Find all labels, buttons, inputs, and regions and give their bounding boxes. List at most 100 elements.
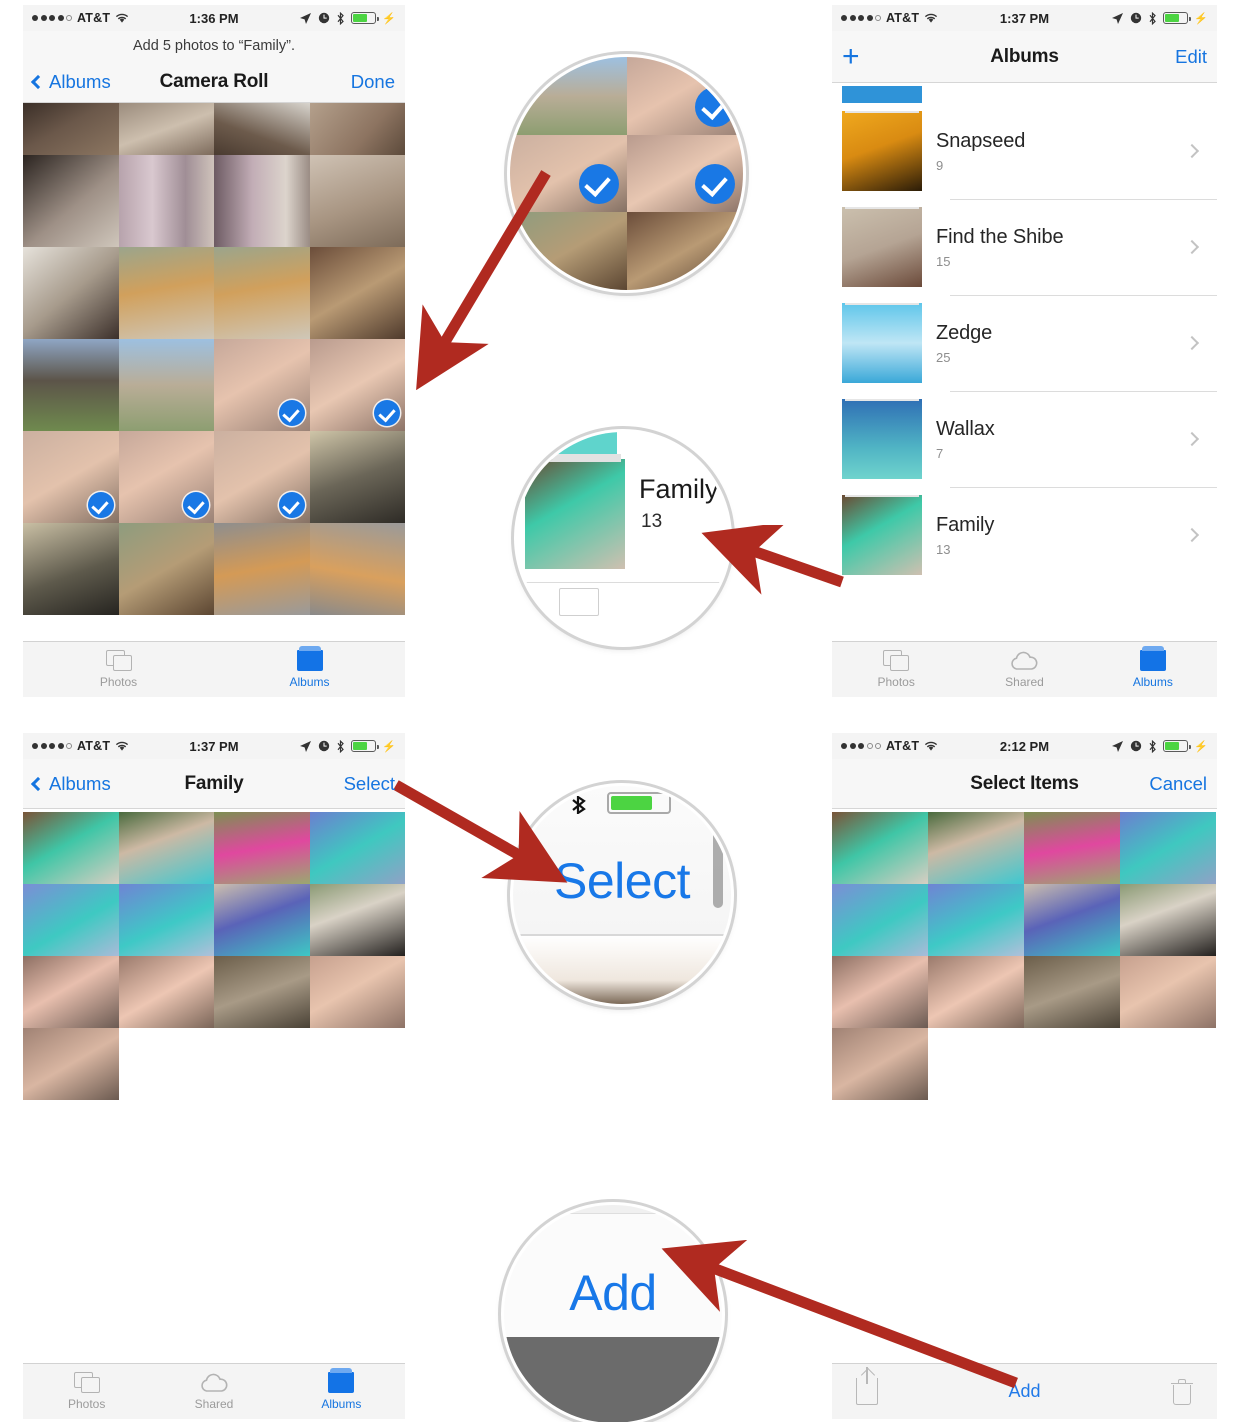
family-photo-grid[interactable] <box>23 809 405 1100</box>
tab-label: Photos <box>877 675 915 689</box>
photo-cell[interactable] <box>118 103 214 155</box>
photo-cell[interactable] <box>23 812 119 884</box>
back-to-albums-button[interactable]: Albums <box>30 773 111 795</box>
action-toolbar[interactable]: Add <box>832 1363 1217 1419</box>
nav-bar: Albums Camera Roll Done <box>23 61 405 103</box>
selected-checkmark-icon <box>695 86 735 127</box>
charging-bolt-icon: ⚡ <box>1194 12 1208 25</box>
photo-cell-selected[interactable] <box>309 339 405 431</box>
photo-cell[interactable] <box>928 812 1024 884</box>
album-row-family[interactable]: Family 13 <box>832 487 1217 583</box>
photo-cell[interactable] <box>23 884 119 956</box>
photo-cell[interactable] <box>118 956 214 1028</box>
camera-roll-photo-grid[interactable] <box>23 103 405 615</box>
bluetooth-icon <box>337 739 345 753</box>
photo-cell[interactable] <box>309 523 405 615</box>
photo-cell[interactable] <box>309 812 405 884</box>
photo-cell[interactable] <box>214 956 310 1028</box>
photo-cell[interactable] <box>118 812 214 884</box>
add-button[interactable]: Add <box>878 1381 1171 1402</box>
photo-cell-selected[interactable] <box>214 339 310 431</box>
tab-label: Shared <box>194 1396 234 1411</box>
add-album-button[interactable]: + <box>842 39 860 73</box>
status-bar: AT&T 1:37 PM ⚡ <box>832 5 1217 31</box>
tab-shared[interactable]: Shared <box>960 651 1088 689</box>
photo-cell[interactable] <box>832 956 928 1028</box>
tab-photos[interactable]: Photos <box>23 1372 150 1411</box>
photo-cell[interactable] <box>928 884 1024 956</box>
photo-cell[interactable] <box>1024 812 1120 884</box>
chevron-right-icon <box>1184 239 1200 255</box>
callout-select-button: Select <box>513 786 731 1004</box>
photo-cell[interactable] <box>1120 884 1216 956</box>
select-items-photo-grid[interactable] <box>832 809 1217 1100</box>
photo-cell[interactable] <box>309 884 405 956</box>
photo-cell[interactable] <box>23 247 119 339</box>
photo-cell[interactable] <box>309 155 405 247</box>
tab-bar[interactable]: Photos Albums <box>23 641 405 697</box>
photo-cell[interactable] <box>309 103 405 155</box>
tab-bar[interactable]: Photos Shared Albums <box>23 1363 405 1419</box>
edit-button[interactable]: Edit <box>1175 46 1207 68</box>
photo-cell[interactable] <box>118 155 214 247</box>
photo-cell[interactable] <box>118 884 214 956</box>
photo-cell[interactable] <box>214 155 310 247</box>
photo-cell-selected[interactable] <box>214 431 310 523</box>
photo-cell[interactable] <box>832 1028 928 1100</box>
photo-cell[interactable] <box>118 339 214 431</box>
album-row-partial[interactable] <box>832 83 1217 103</box>
tab-photos[interactable]: Photos <box>23 650 214 689</box>
tab-shared[interactable]: Shared <box>150 1373 277 1411</box>
photo-cell[interactable] <box>309 431 405 523</box>
tutorial-screenshot-collage: AT&T 1:36 PM ⚡ Add 5 photos to “Family”.… <box>0 0 1240 1422</box>
album-thumbnail <box>842 399 922 479</box>
photo-cell[interactable] <box>1120 812 1216 884</box>
cancel-button[interactable]: Cancel <box>1149 773 1207 795</box>
photo-cell[interactable] <box>214 884 310 956</box>
photo-cell[interactable] <box>928 956 1024 1028</box>
tab-photos[interactable]: Photos <box>832 650 960 689</box>
photo-cell[interactable] <box>1024 884 1120 956</box>
tab-label: Shared <box>1005 674 1044 689</box>
photo-cell[interactable] <box>832 884 928 956</box>
album-row-zedge[interactable]: Zedge 25 <box>832 295 1217 391</box>
photo-cell-selected[interactable] <box>118 431 214 523</box>
tab-albums[interactable]: Albums <box>278 1368 405 1411</box>
photo-cell[interactable] <box>214 523 310 615</box>
albums-list[interactable]: Snapseed 9 Find the Shibe 15 Zedge 25 Wa… <box>832 103 1217 583</box>
trash-icon[interactable] <box>1171 1378 1193 1405</box>
album-row-snapseed[interactable]: Snapseed 9 <box>832 103 1217 199</box>
select-button[interactable]: Select <box>344 773 395 795</box>
tab-bar[interactable]: Photos Shared Albums <box>832 641 1217 697</box>
photo-cell[interactable] <box>23 1028 119 1100</box>
photo-cell[interactable] <box>23 155 119 247</box>
photo-cell[interactable] <box>118 247 214 339</box>
tab-albums[interactable]: Albums <box>1089 646 1217 689</box>
album-row-wallax[interactable]: Wallax 7 <box>832 391 1217 487</box>
back-to-albums-button[interactable]: Albums <box>30 71 111 93</box>
selected-checkmark-icon <box>87 492 114 518</box>
photo-cell[interactable] <box>23 523 119 615</box>
photo-cell[interactable] <box>23 956 119 1028</box>
photo-cell[interactable] <box>118 523 214 615</box>
photo-cell-selected[interactable] <box>23 431 119 523</box>
share-icon[interactable] <box>856 1367 878 1405</box>
tab-albums[interactable]: Albums <box>214 646 405 689</box>
photo-cell[interactable] <box>23 103 119 155</box>
album-row-find-the-shibe[interactable]: Find the Shibe 15 <box>832 199 1217 295</box>
selected-checkmark-icon <box>278 492 305 518</box>
photo-cell[interactable] <box>23 339 119 431</box>
photo-cell[interactable] <box>832 812 928 884</box>
photo-cell[interactable] <box>214 812 310 884</box>
photo-cell[interactable] <box>309 956 405 1028</box>
plus-icon: + <box>842 39 860 73</box>
photo-cell[interactable] <box>214 247 310 339</box>
photo-cell[interactable] <box>1024 956 1120 1028</box>
done-button[interactable]: Done <box>351 71 395 93</box>
photo-cell[interactable] <box>1120 956 1216 1028</box>
magnified-photo-grid <box>510 57 743 290</box>
photo-cell[interactable] <box>309 247 405 339</box>
status-right: ⚡ <box>1111 739 1208 753</box>
photo-cell[interactable] <box>214 103 310 155</box>
photos-icon <box>73 1372 100 1393</box>
